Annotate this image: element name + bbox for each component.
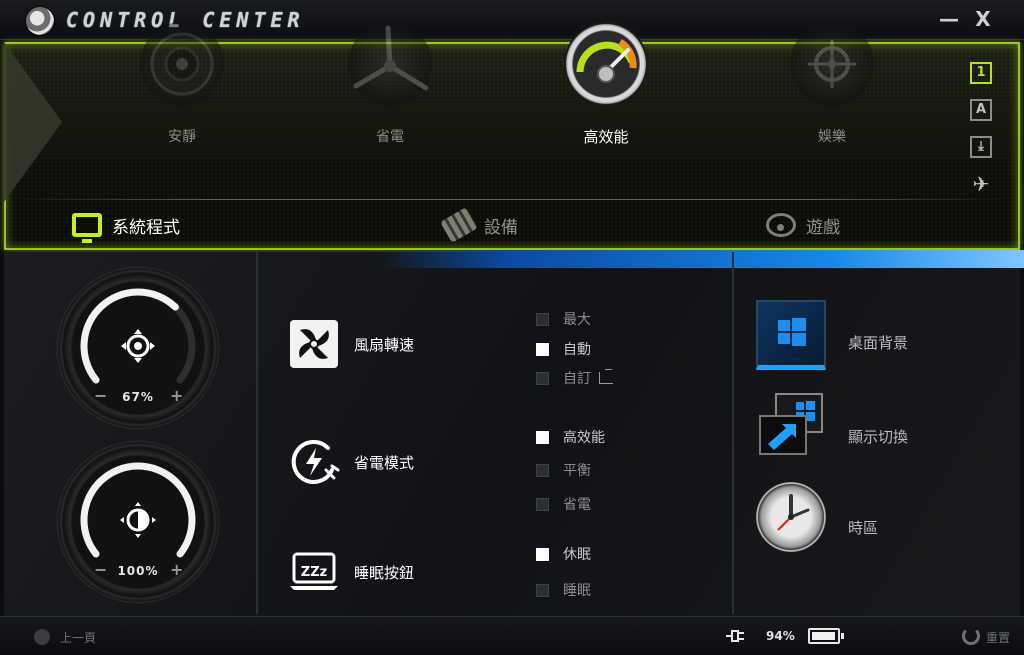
option-label: 省電	[563, 497, 591, 513]
airplane-icon[interactable]: ✈	[970, 173, 992, 195]
back-button[interactable]: 上一頁	[60, 629, 96, 646]
option-label: 休眠	[563, 547, 591, 563]
option-label: 平衡	[563, 463, 591, 479]
back-icon[interactable]	[34, 629, 50, 645]
sleep-option-hibernate[interactable]: 休眠	[536, 544, 591, 564]
mode-high-performance[interactable]: 高效能	[536, 22, 676, 147]
mode-entertainment[interactable]: 娛樂	[762, 22, 902, 146]
tab-games[interactable]: 遊戲	[766, 207, 840, 243]
tab-label: 系統程式	[112, 217, 180, 238]
profile-1-icon[interactable]: 1	[970, 62, 992, 84]
sleep-button-label: 睡眠按鈕	[354, 563, 415, 582]
display-switch-icon[interactable]	[756, 392, 826, 462]
monitor-icon	[72, 213, 102, 243]
brightness-value: 100%	[117, 564, 159, 578]
fan-option-custom[interactable]: 自訂	[536, 368, 613, 388]
profile-a-icon[interactable]: A	[970, 99, 992, 121]
speaker-icon	[140, 22, 224, 106]
column-divider	[732, 252, 734, 614]
ac-plug-icon	[724, 627, 750, 645]
column-divider	[256, 252, 258, 614]
checkbox[interactable]	[536, 547, 549, 561]
sleep-laptop-icon: ZZz	[288, 546, 340, 598]
mode-power-saving[interactable]: 省電	[320, 22, 460, 146]
reset-icon[interactable]	[962, 627, 980, 645]
fan-speed-label: 風扇轉速	[354, 335, 415, 354]
sleep-button-setting: ZZz 睡眠按鈕	[288, 546, 414, 598]
wind-turbine-icon	[348, 22, 432, 106]
usb-icon	[440, 207, 478, 243]
desktop-background-strip	[380, 250, 1024, 268]
mode-label: 娛樂	[818, 129, 846, 145]
fan-speed-gauge[interactable]: − + 67%	[58, 268, 218, 428]
crosshair-icon	[790, 22, 874, 106]
checkbox[interactable]	[536, 583, 549, 597]
checkbox[interactable]	[536, 430, 549, 444]
battery-level	[812, 632, 835, 640]
brightness-gauge[interactable]: − + 100%	[58, 442, 218, 602]
tab-devices[interactable]: 設備	[440, 207, 518, 243]
battery-icon	[808, 628, 844, 644]
power-plug-icon	[288, 436, 340, 488]
mode-label: 省電	[376, 129, 404, 145]
custom-settings-icon[interactable]	[599, 369, 613, 384]
close-button[interactable]: X	[970, 6, 996, 32]
desktop-background-label[interactable]: 桌面背景	[848, 332, 908, 353]
svg-text:ZZz: ZZz	[301, 565, 327, 580]
speedometer-icon	[564, 22, 648, 106]
tab-system-apps[interactable]: 系統程式	[72, 207, 180, 243]
checkbox[interactable]	[536, 463, 549, 477]
app-logo-icon	[26, 7, 54, 35]
download-icon[interactable]: ⤓	[970, 136, 992, 158]
sleep-option-sleep[interactable]: 睡眠	[536, 580, 591, 600]
mode-label: 高效能	[583, 128, 629, 146]
minimize-button[interactable]: —	[936, 6, 962, 32]
mode-quiet[interactable]: 安靜	[112, 22, 252, 146]
tab-label: 設備	[484, 217, 518, 238]
steering-wheel-icon	[766, 213, 796, 237]
option-label: 高效能	[563, 430, 605, 446]
power-saving-setting: 省電模式	[288, 436, 414, 488]
time-zone-label[interactable]: 時區	[848, 517, 878, 538]
windows-desktop-icon[interactable]	[756, 300, 826, 370]
power-option-saving[interactable]: 省電	[536, 494, 591, 514]
brightness-icon	[118, 500, 158, 540]
power-option-balanced[interactable]: 平衡	[536, 460, 591, 480]
profile-icon-column: 1 A ⤓ ✈	[970, 62, 1000, 210]
panel-divider	[10, 199, 1012, 200]
option-label: 自訂	[563, 371, 591, 387]
status-bar: 上一頁 94% 重置	[0, 616, 1024, 655]
power-option-high-performance[interactable]: 高效能	[536, 427, 605, 447]
option-label: 睡眠	[563, 583, 591, 599]
power-saving-label: 省電模式	[354, 453, 415, 472]
display-switch-label[interactable]: 顯示切換	[848, 426, 908, 447]
mode-label: 安靜	[168, 129, 196, 145]
fan-option-auto[interactable]: 自動	[536, 339, 591, 359]
reset-button[interactable]: 重置	[986, 629, 1010, 646]
battery-percentage: 94%	[766, 629, 795, 643]
checkbox[interactable]	[536, 342, 549, 356]
option-label: 自動	[563, 342, 591, 358]
checkbox[interactable]	[536, 497, 549, 511]
fan-option-max[interactable]: 最大	[536, 309, 591, 329]
fan-speed-value: 67%	[122, 390, 154, 404]
fan-icon	[288, 318, 340, 370]
checkbox[interactable]	[536, 312, 549, 326]
tab-label: 遊戲	[806, 217, 840, 238]
fan-icon	[118, 326, 158, 366]
panel-arrow-decoration	[4, 42, 62, 202]
clock-icon[interactable]	[756, 482, 826, 552]
fan-speed-setting: 風扇轉速	[288, 318, 414, 370]
option-label: 最大	[563, 312, 591, 328]
checkbox[interactable]	[536, 371, 549, 385]
